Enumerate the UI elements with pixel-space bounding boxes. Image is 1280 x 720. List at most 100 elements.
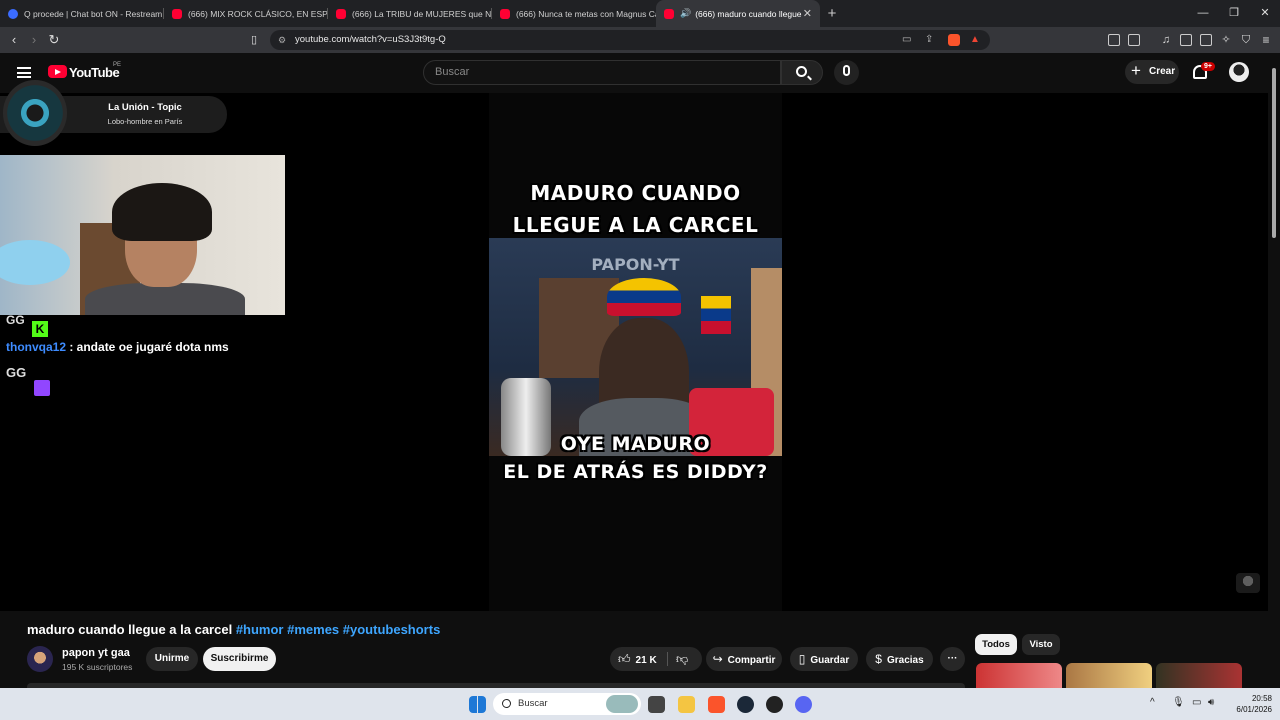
channel-avatar[interactable] [27, 646, 53, 672]
channel-subscribers: 195 K suscriptores [62, 662, 133, 672]
share-icon: ↪ [712, 652, 723, 666]
now-playing-subtitle: Lobo-hombre en París [107, 117, 183, 126]
leo-ai-icon[interactable]: ✧ [1218, 32, 1234, 48]
save-button[interactable]: ▯ Guardar [790, 647, 858, 671]
file-explorer-icon[interactable] [678, 696, 695, 713]
music-icon[interactable]: ♫ [1158, 32, 1174, 48]
network-icon[interactable]: ▭ [1192, 697, 1201, 708]
chat-message: thonvqa12 : andate oe jugaré dota nms [6, 340, 229, 354]
browser-tab[interactable]: (666) Nunca te metas con Magnus Ca [492, 0, 656, 27]
close-window-icon[interactable]: ✕ [1249, 0, 1280, 27]
restore-icon[interactable]: ❐ [1218, 0, 1250, 27]
system-clock[interactable]: 20:58 6/01/2026 [1226, 693, 1272, 715]
bookmark-save-icon: ▯ [798, 652, 806, 666]
cast-icon[interactable]: ▭ [902, 30, 911, 50]
back-icon[interactable]: ‹ [6, 32, 22, 48]
extensions-icon[interactable] [1108, 34, 1120, 46]
site-info-icon[interactable]: ⚙ [278, 30, 286, 50]
like-icon[interactable]: 👍︎ [618, 647, 631, 671]
channel-watermark-icon[interactable] [1236, 573, 1260, 593]
close-tab-icon[interactable]: ✕ [803, 7, 812, 20]
windows-start-icon[interactable] [469, 696, 486, 713]
browser-tab[interactable]: (666) La TRIBU de MUJERES que NUN [328, 0, 492, 27]
taskbar: Buscar ^ 🎙︎ ▭ 🔊︎ 20:58 6/01/2026 [0, 688, 1280, 720]
account-avatar[interactable] [1229, 62, 1249, 82]
task-view-icon[interactable] [648, 696, 665, 713]
gg-emote: GG K [2, 313, 48, 341]
youtube-icon [664, 8, 674, 19]
hashtag-link[interactable]: #youtubeshorts [343, 622, 441, 637]
recommended-thumbnail[interactable] [1066, 663, 1152, 688]
recommended-thumbnail[interactable] [976, 663, 1062, 688]
browser-tab-strip: Q procede | Chat bot ON - Restream (666)… [0, 0, 1280, 27]
join-button[interactable]: Unirme [146, 647, 198, 671]
youtube-header: YouTube PE Buscar Crear 9+ [0, 53, 1280, 93]
hashtag-link[interactable]: #humor [236, 622, 284, 637]
steam-icon[interactable] [737, 696, 754, 713]
speaker-icon: 🔊 [680, 8, 692, 18]
sidebar-icon[interactable] [1180, 34, 1192, 46]
hashtag-link[interactable]: #memes [287, 622, 339, 637]
restream-icon [8, 8, 18, 19]
page-scrollbar[interactable] [1270, 60, 1278, 686]
show-hidden-icons[interactable]: ^ [1150, 697, 1155, 708]
brave-rewards-icon[interactable]: ▲ [970, 30, 980, 50]
reload-icon[interactable]: ↻ [46, 32, 62, 48]
brave-shields-icon[interactable] [948, 34, 960, 46]
short-caption-top: MADURO CUANDO LLEGUE A LA CARCEL [512, 181, 759, 237]
microphone-icon [843, 65, 850, 76]
youtube-logo-text[interactable]: YouTube [69, 65, 120, 80]
dislike-icon[interactable]: 👎︎ [676, 647, 688, 671]
discord-icon[interactable] [795, 696, 812, 713]
vpn-icon[interactable]: ⛉ [1238, 32, 1254, 48]
video-title-text: maduro cuando llegue a la carcel [27, 622, 233, 637]
short-caption-bottom: OYE MADURO EL DE ATRÁS ES DIDDY? [503, 433, 768, 483]
clock-date: 6/01/2026 [1236, 705, 1272, 714]
brave-browser-icon[interactable] [708, 696, 725, 713]
search-input[interactable]: Buscar [423, 60, 781, 85]
forward-icon[interactable]: › [26, 32, 42, 48]
now-playing-title: La Unión - Topic [108, 102, 182, 113]
browser-tab[interactable]: Q procede | Chat bot ON - Restream [0, 0, 164, 27]
tab-label: (666) La TRIBU de MUJERES que NUN [352, 8, 492, 19]
browser-tab[interactable]: (666) MIX ROCK CLÁSICO, EN ESPAÑ [164, 0, 328, 27]
subscribe-button[interactable]: Suscribirme [203, 647, 276, 671]
like-count[interactable]: 21 K [636, 655, 657, 666]
clock-time: 20:58 [1251, 694, 1272, 703]
voice-search-button[interactable] [834, 60, 859, 85]
channel-name[interactable]: papon yt gaa [62, 647, 130, 659]
new-tab-button[interactable]: + [820, 0, 844, 27]
mic-tray-icon[interactable]: 🎙︎ [1172, 697, 1185, 708]
chip-visto[interactable]: Visto [1022, 634, 1060, 655]
create-button[interactable]: Crear [1125, 59, 1179, 84]
venezuela-flag [701, 296, 731, 334]
kick-icon: K [32, 321, 48, 337]
youtube-icon [500, 8, 510, 19]
more-actions-button[interactable]: ··· [940, 647, 965, 671]
search-highlight-icon[interactable] [606, 695, 638, 713]
browser-tab-active[interactable]: 🔊 (666) maduro cuando llegue a ✕ [656, 0, 820, 27]
youtube-logo-icon[interactable] [48, 65, 67, 78]
album-art [3, 80, 67, 146]
wallet-icon[interactable] [1200, 34, 1212, 46]
menu-icon[interactable]: ≡ [1258, 32, 1274, 48]
gg-emote: GG [2, 363, 52, 399]
short-video-image: PAPON-YT [489, 238, 782, 456]
share-page-icon[interactable]: ⇪ [925, 30, 933, 50]
short-watermark: PAPON-YT [591, 255, 680, 274]
twitch-icon [34, 380, 50, 396]
bookmark-icon[interactable]: ▯ [246, 32, 262, 48]
chip-todos[interactable]: Todos [975, 634, 1017, 655]
video-title: maduro cuando llegue a la carcel #humor … [27, 622, 440, 637]
thanks-icon: $ [875, 652, 882, 666]
obs-icon[interactable] [766, 696, 783, 713]
share-button[interactable]: ↪ Compartir [706, 647, 782, 671]
minimize-icon[interactable]: — [1187, 0, 1219, 27]
recommended-thumbnail[interactable] [1156, 663, 1242, 688]
thanks-button[interactable]: $ Gracias [866, 647, 933, 671]
volume-icon[interactable]: 🔊︎ [1208, 697, 1214, 708]
search-button[interactable] [781, 60, 823, 85]
address-bar[interactable]: ⚙ youtube.com/watch?v=uS3J3t9tg-Q ▭ ⇪ ▲ [270, 30, 990, 50]
hamburger-menu-icon[interactable] [17, 67, 31, 78]
screenshot-icon[interactable] [1128, 34, 1140, 46]
